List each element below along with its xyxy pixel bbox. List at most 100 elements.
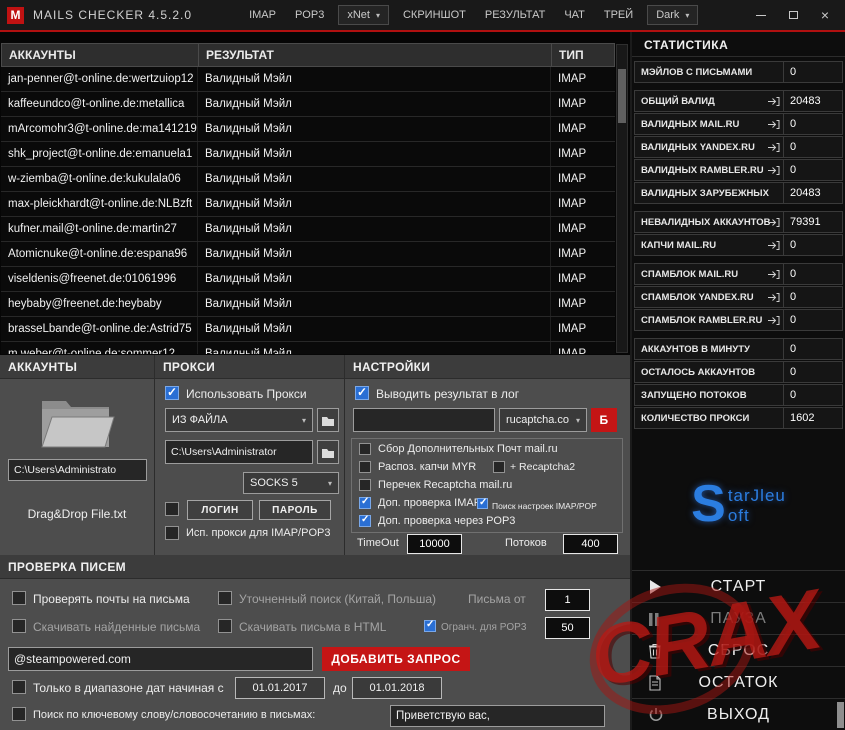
checkbox-keyword-search[interactable] [12, 707, 26, 721]
account-cell: heybaby@freenet.de:heybaby [1, 292, 198, 316]
stat-value: 0 [790, 291, 797, 303]
pop3-limit-field[interactable] [545, 617, 590, 639]
checkbox-proxy-auth[interactable] [165, 502, 179, 516]
table-row[interactable]: w-ziemba@t-online.de:kukulala06 Валидный … [1, 167, 615, 192]
export-icon[interactable] [767, 240, 780, 254]
table-row[interactable]: Atomicnuke@t-online.de:espana96 Валидный … [1, 242, 615, 267]
column-header-accounts[interactable]: АККАУНТЫ [2, 44, 199, 66]
start-label: СТАРТ [710, 577, 767, 595]
date-from-field[interactable] [235, 677, 325, 699]
table-row[interactable]: heybaby@freenet.de:heybaby Валидный Мэйл I… [1, 292, 615, 317]
account-cell: kufner.mail@t-online.de:martin27 [1, 217, 198, 241]
start-button[interactable]: СТАРТ [632, 570, 845, 602]
proxy-source-select[interactable]: ИЗ ФАЙЛА ▾ [165, 408, 313, 432]
menu-item-xnet[interactable]: xNet ▾ [338, 5, 389, 25]
menu-item-dark[interactable]: Dark ▾ [647, 5, 699, 25]
login-button[interactable]: ЛОГИН [187, 500, 253, 520]
pause-button[interactable]: ПАУЗА [632, 602, 845, 634]
checkbox-extra-imap-check[interactable] [359, 496, 371, 509]
proxy-type-select[interactable]: SOCKS 5 ▾ [243, 472, 339, 494]
logo-line1: tarJleu [727, 486, 786, 505]
checkbox-proxy-imap-pop3[interactable] [165, 526, 179, 540]
menu-item-imap[interactable]: IMAP [244, 5, 281, 25]
keyword-field[interactable] [390, 705, 605, 727]
checkbox-use-proxy[interactable] [165, 385, 179, 400]
minimize-button[interactable] [745, 1, 777, 29]
account-cell: kaffeeundco@t-online.de:metallica [1, 92, 198, 116]
close-button[interactable]: × [809, 1, 841, 29]
account-cell: brasseLbande@t-online.de:Astrid75 [1, 317, 198, 341]
balance-button[interactable]: Б [591, 408, 617, 432]
reset-button[interactable]: СБРОС [632, 634, 845, 666]
maximize-button[interactable] [777, 1, 809, 29]
menu-item-чат[interactable]: ЧАТ [559, 5, 590, 25]
password-button[interactable]: ПАРОЛЬ [259, 500, 331, 520]
table-row[interactable]: jan-penner@t-online.de:wertzuiop12 Валидн… [1, 67, 615, 92]
search-query-field[interactable] [8, 647, 313, 671]
checkbox-date-range[interactable] [12, 680, 26, 694]
account-cell: w-ziemba@t-online.de:kukulala06 [1, 167, 198, 191]
column-header-type[interactable]: ТИП [552, 44, 614, 66]
export-icon[interactable] [767, 292, 780, 306]
add-query-button[interactable]: ДОБАВИТЬ ЗАПРОС [322, 647, 470, 671]
result-cell: Валидный Мэйл [198, 167, 551, 191]
proxy-imap-pop3-label: Исп. прокси для IMAP/POP3 [186, 527, 331, 539]
table-row[interactable]: viseldenis@freenet.de:01061996 Валидный М… [1, 267, 615, 292]
menu-item-скриншот[interactable]: СКРИНШОТ [398, 5, 471, 25]
table-row[interactable]: max-pleickhardt@t-online.de:NLBzft Валидн… [1, 192, 615, 217]
menu-item-результат[interactable]: РЕЗУЛЬТАТ [480, 5, 550, 25]
table-row[interactable]: m.weber@t-online.de:sommer12 Валидный Мэй… [1, 342, 615, 354]
proxy-path-browse-button[interactable] [317, 440, 339, 464]
table-row[interactable]: kufner.mail@t-online.de:martin27 Валидный… [1, 217, 615, 242]
option-label-captcha-myr: Распоз. капчи MYR [378, 461, 477, 473]
checkbox-check-letters[interactable] [12, 591, 26, 605]
checkbox-collect-extra-mails[interactable] [359, 443, 371, 455]
date-to-field[interactable] [352, 677, 442, 699]
folder-icon[interactable] [38, 393, 118, 456]
checkbox-extra-pop3-check[interactable] [359, 514, 371, 527]
stat-value: 0 [790, 389, 797, 401]
checkbox-recaptcha2[interactable] [493, 461, 505, 473]
menu-item-pop3[interactable]: POP3 [290, 5, 329, 25]
checkbox-imap-pop-settings-search[interactable] [477, 497, 488, 509]
result-cell: Валидный Мэйл [198, 92, 551, 116]
right-panel-scrollbar[interactable] [837, 702, 844, 728]
table-row[interactable]: brasseLbande@t-online.de:Astrid75 Валидны… [1, 317, 615, 342]
checkbox-pop3-limit[interactable] [424, 619, 436, 632]
table-row[interactable]: mArcomohr3@t-online.de:ma141219 Валидный … [1, 117, 615, 142]
checkbox-recheck-recaptcha[interactable] [359, 479, 371, 491]
export-icon[interactable] [767, 165, 780, 179]
export-icon[interactable] [767, 96, 780, 110]
export-icon[interactable] [767, 217, 780, 231]
checkbox-download-html[interactable] [218, 619, 232, 633]
export-icon[interactable] [767, 315, 780, 329]
stat-value: 0 [790, 343, 797, 355]
table-row[interactable]: kaffeeundco@t-online.de:metallica Валидны… [1, 92, 615, 117]
chevron-down-icon: ▾ [375, 10, 380, 20]
table-row[interactable]: shk_project@t-online.de:emanuela1 Валидны… [1, 142, 615, 167]
checkbox-download-found[interactable] [12, 619, 26, 633]
threads-field[interactable] [563, 534, 618, 554]
proxy-file-browse-button[interactable] [317, 408, 339, 432]
checkbox-captcha-myr[interactable] [359, 461, 371, 473]
table-scrollbar[interactable] [616, 44, 628, 353]
column-header-result[interactable]: РЕЗУЛЬТАТ [199, 44, 552, 66]
menu-item-трей[interactable]: ТРЕЙ [599, 5, 638, 25]
captcha-service-select[interactable]: rucaptcha.co ▾ [499, 408, 587, 432]
scrollbar-thumb[interactable] [618, 69, 626, 123]
captcha-key-field[interactable] [353, 408, 495, 432]
checkbox-refined-search[interactable] [218, 591, 232, 605]
exit-button[interactable]: ВЫХОД [632, 698, 845, 730]
option-label-recaptcha2: + Recaptcha2 [510, 461, 576, 473]
stat-value: 0 [790, 239, 797, 251]
accounts-file-path-field[interactable] [8, 459, 147, 481]
letters-from-field[interactable] [545, 589, 590, 611]
export-icon[interactable] [767, 269, 780, 283]
timeout-field[interactable] [407, 534, 462, 554]
checkbox-log-output[interactable] [355, 385, 369, 400]
export-icon[interactable] [767, 142, 780, 156]
proxy-path-field[interactable] [165, 440, 313, 464]
rest-button[interactable]: ОСТАТОК [632, 666, 845, 698]
export-icon[interactable] [767, 119, 780, 133]
app-logo-icon: M [7, 6, 24, 24]
